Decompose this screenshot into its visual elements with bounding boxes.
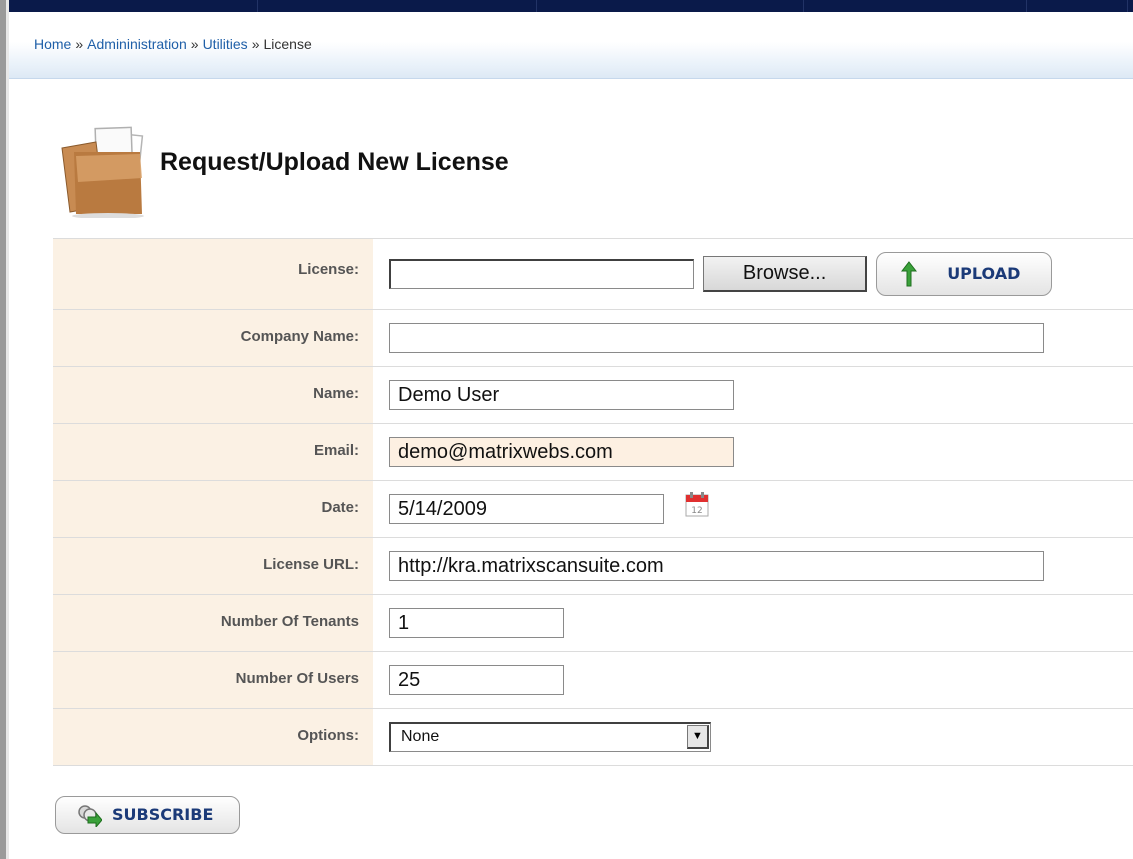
browse-button[interactable]: Browse... [703, 256, 868, 292]
form-row-name: Name: [53, 366, 1133, 424]
tenants-label: Number Of Tenants [53, 594, 373, 652]
company-name-label: Company Name: [53, 309, 373, 367]
breadcrumb-separator: » [190, 36, 199, 52]
subscribe-button[interactable]: SUBSCRIBE [55, 796, 240, 834]
page-title: Request/Upload New License [160, 148, 509, 176]
upload-button-label: UPLOAD [947, 264, 1021, 283]
company-name-input[interactable] [389, 323, 1044, 353]
form-row-users: Number Of Users [53, 651, 1133, 709]
options-selected-value: None [401, 728, 440, 745]
dropdown-arrow-icon[interactable]: ▼ [687, 725, 709, 749]
name-label: Name: [53, 366, 373, 424]
name-input[interactable] [389, 380, 734, 410]
options-label: Options: [53, 708, 373, 766]
email-label: Email: [53, 423, 373, 481]
breadcrumb-current: License [263, 36, 312, 52]
date-input[interactable] [389, 494, 664, 524]
breadcrumb-separator: » [75, 36, 84, 52]
license-url-input[interactable] [389, 551, 1044, 581]
license-folder-icon [61, 126, 144, 218]
form-row-options: Options: None ▼ [53, 708, 1133, 766]
date-label: Date: [53, 480, 373, 538]
breadcrumb-administration[interactable]: Admininistration [87, 36, 187, 52]
users-label: Number Of Users [53, 651, 373, 709]
license-label: License: [53, 238, 373, 310]
calendar-icon[interactable]: 12 [685, 491, 709, 517]
license-form: License: Browse... UPLOAD Company Name: … [53, 238, 1133, 766]
subscribe-icon [78, 805, 102, 827]
form-row-company-name: Company Name: [53, 309, 1133, 367]
left-border-inner [6, 0, 9, 859]
form-row-license: License: Browse... UPLOAD [53, 238, 1133, 310]
license-url-label: License URL: [53, 537, 373, 595]
upload-button[interactable]: UPLOAD [876, 252, 1053, 296]
tenants-input[interactable] [389, 608, 564, 638]
breadcrumb-bar: Home» Admininistration» Utilities» License [9, 12, 1133, 79]
options-select[interactable]: None ▼ [389, 722, 711, 752]
svg-text:12: 12 [691, 506, 702, 516]
form-row-email: Email: [53, 423, 1133, 481]
upload-arrow-icon [901, 261, 918, 287]
breadcrumb-home[interactable]: Home [34, 36, 71, 52]
subscribe-button-label: SUBSCRIBE [112, 805, 214, 824]
users-input[interactable] [389, 665, 564, 695]
top-nav-bar [9, 0, 1133, 12]
breadcrumb-separator: » [251, 36, 260, 52]
email-input[interactable] [389, 437, 734, 467]
license-file-input[interactable] [389, 259, 694, 289]
form-row-tenants: Number Of Tenants [53, 594, 1133, 652]
form-row-license-url: License URL: [53, 537, 1133, 595]
form-row-date: Date: 12 [53, 480, 1133, 538]
breadcrumb: Home» Admininistration» Utilities» License [34, 36, 312, 52]
breadcrumb-utilities[interactable]: Utilities [203, 36, 248, 52]
